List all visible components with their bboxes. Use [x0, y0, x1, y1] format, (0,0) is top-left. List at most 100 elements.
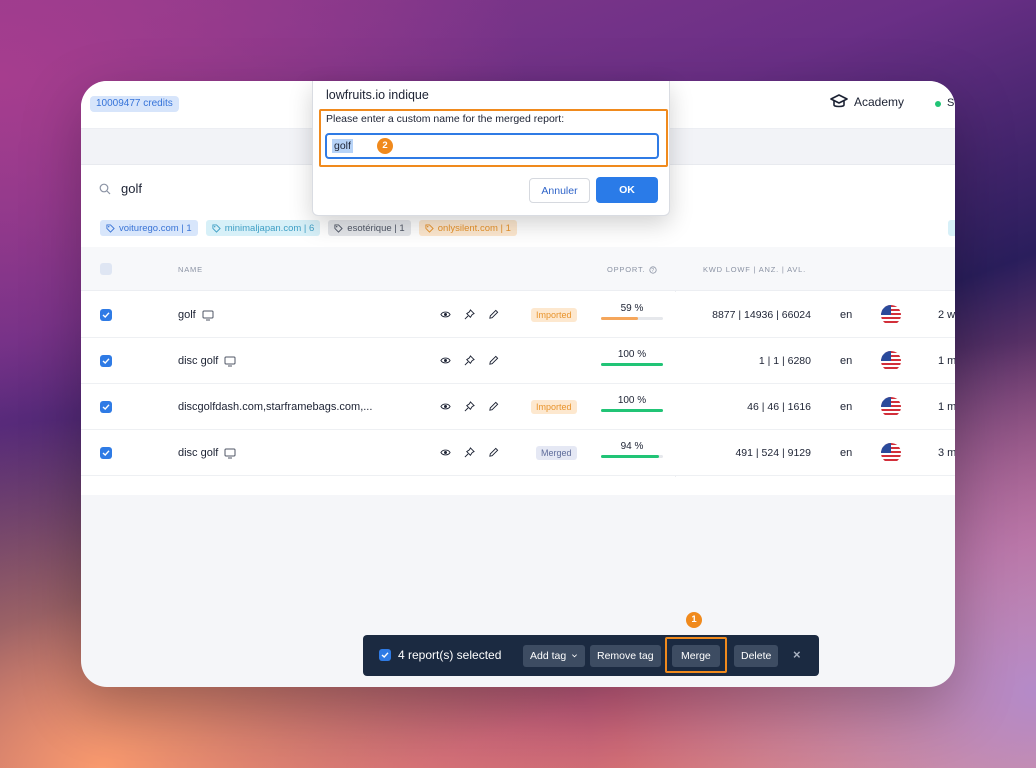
tag-label: voiturego.com | 1 [119, 222, 192, 234]
created-date: 1 m [938, 401, 955, 413]
eye-icon[interactable] [440, 401, 451, 412]
ok-button[interactable]: OK [596, 177, 658, 203]
opportunity-score: 100 % [601, 395, 663, 412]
status-badge: Merged [536, 446, 577, 460]
bulk-action-bar: 4 report(s) selected Add tag Remove tag … [363, 635, 819, 676]
tag-overflow[interactable] [948, 220, 955, 236]
opportunity-value: 94 % [620, 441, 644, 452]
pencil-icon[interactable] [488, 447, 499, 458]
cancel-button[interactable]: Annuler [529, 178, 590, 203]
opportunity-bar [601, 455, 663, 458]
column-opport-label: OPPORT. [607, 265, 646, 274]
row-actions [440, 447, 499, 458]
tag-onlysilent[interactable]: onlysilent.com | 1 [418, 220, 517, 236]
tag-icon [212, 223, 221, 233]
opportunity-value: 100 % [617, 395, 647, 406]
tag-label: onlysilent.com | 1 [437, 222, 511, 234]
row-checkbox[interactable] [100, 401, 112, 413]
row-actions [440, 309, 499, 320]
table-header: NAME OPPORT. ? KWD LOWF | ANZ. | AVL. [81, 247, 955, 291]
status-badge: Imported [531, 308, 577, 322]
row-name[interactable]: discgolfdash.com,starframebags.com,... [178, 401, 372, 413]
desktop-icon [224, 448, 236, 458]
svg-text:?: ? [652, 268, 656, 274]
pencil-icon[interactable] [488, 309, 499, 320]
keyword-counts: 491 | 524 | 9129 [735, 447, 811, 459]
tag-esoterique[interactable]: esotérique | 1 [328, 220, 411, 236]
us-flag-icon [881, 351, 901, 371]
table-row[interactable]: disc golf Merged 94 % 491 | 524 | 9129 e… [81, 430, 955, 476]
row-actions [440, 355, 499, 366]
language: en [840, 401, 853, 413]
us-flag-icon [881, 305, 901, 325]
add-tag-button[interactable]: Add tag [523, 645, 586, 667]
language: en [840, 309, 853, 321]
dialog-message: Please enter a custom name for the merge… [326, 113, 565, 125]
us-flag-icon [881, 397, 901, 417]
academy-label: Academy [854, 95, 905, 109]
pin-icon[interactable] [464, 355, 475, 366]
credits-badge[interactable]: 10009477 credits [90, 96, 179, 112]
opportunity-value: 59 % [620, 303, 644, 314]
eye-icon[interactable] [440, 447, 451, 458]
step-badge-1: 1 [686, 612, 702, 628]
pin-icon[interactable] [464, 309, 475, 320]
language: en [840, 355, 853, 367]
row-name[interactable]: golf [178, 309, 214, 321]
opportunity-score: 59 % [601, 303, 663, 320]
created-date: 2 w [938, 309, 955, 321]
created-date: 1 m [938, 355, 955, 367]
column-opport[interactable]: OPPORT. ? [607, 265, 657, 274]
row-name[interactable]: disc golf [178, 447, 236, 459]
pencil-icon[interactable] [488, 401, 499, 412]
table-row[interactable]: golf Imported 59 % 8877 | 14936 | 66024 … [81, 292, 955, 338]
info-icon[interactable]: ? [649, 265, 657, 274]
pencil-icon[interactable] [488, 355, 499, 366]
row-checkbox[interactable] [100, 447, 112, 459]
column-kwd[interactable]: KWD LOWF | ANZ. | AVL. [703, 265, 806, 274]
row-name-text: discgolfdash.com,starframebags.com,... [178, 401, 373, 413]
tag-icon [334, 223, 344, 233]
opportunity-score: 94 % [601, 441, 663, 458]
remove-tag-button[interactable]: Remove tag [590, 645, 661, 667]
tag-minimaljapan[interactable]: minimaljapan.com | 6 [205, 220, 321, 236]
step-badge-2: 2 [377, 138, 393, 154]
close-icon[interactable]: × [793, 647, 801, 662]
row-name[interactable]: disc golf [178, 355, 236, 367]
desktop-icon [202, 310, 214, 320]
row-actions [440, 401, 499, 412]
tag-label: minimaljapan.com | 6 [224, 222, 315, 234]
selection-count: 4 report(s) selected [398, 648, 502, 662]
search-bar[interactable]: golf [99, 181, 142, 196]
table-row[interactable]: disc golf 100 % 1 | 1 | 6280 en 1 m [81, 338, 955, 384]
select-all-checkbox[interactable] [100, 263, 112, 275]
opportunity-bar [601, 409, 663, 412]
eye-icon[interactable] [440, 355, 451, 366]
row-checkbox[interactable] [100, 355, 112, 367]
selection-checkbox[interactable] [379, 649, 391, 661]
report-name-input[interactable] [325, 133, 659, 159]
dialog-title: lowfruits.io indique [326, 88, 429, 102]
column-name[interactable]: NAME [178, 265, 203, 274]
opportunity-bar [601, 317, 663, 320]
keyword-counts: 8877 | 14936 | 66024 [712, 309, 811, 321]
search-input[interactable]: golf [121, 181, 142, 196]
desktop-icon [224, 356, 236, 366]
table-row[interactable]: discgolfdash.com,starframebags.com,... I… [81, 384, 955, 430]
keyword-counts: 1 | 1 | 6280 [758, 355, 811, 367]
row-name-text: disc golf [178, 447, 219, 459]
tag-voiturego[interactable]: voiturego.com | 1 [100, 220, 198, 236]
eye-icon[interactable] [440, 309, 451, 320]
delete-button[interactable]: Delete [734, 645, 779, 667]
tag-filter-list: voiturego.com | 1 minimaljapan.com | 6 e… [100, 220, 517, 236]
pin-icon[interactable] [464, 401, 475, 412]
pin-icon[interactable] [464, 447, 475, 458]
chevron-down-icon [572, 654, 578, 658]
merge-highlight-frame [665, 637, 727, 673]
opportunity-bar [601, 363, 663, 366]
row-name-text: disc golf [178, 355, 219, 367]
academy-link[interactable]: Academy [830, 94, 904, 110]
us-flag-icon [881, 443, 901, 463]
row-checkbox[interactable] [100, 309, 112, 321]
status-label: S [947, 97, 955, 109]
